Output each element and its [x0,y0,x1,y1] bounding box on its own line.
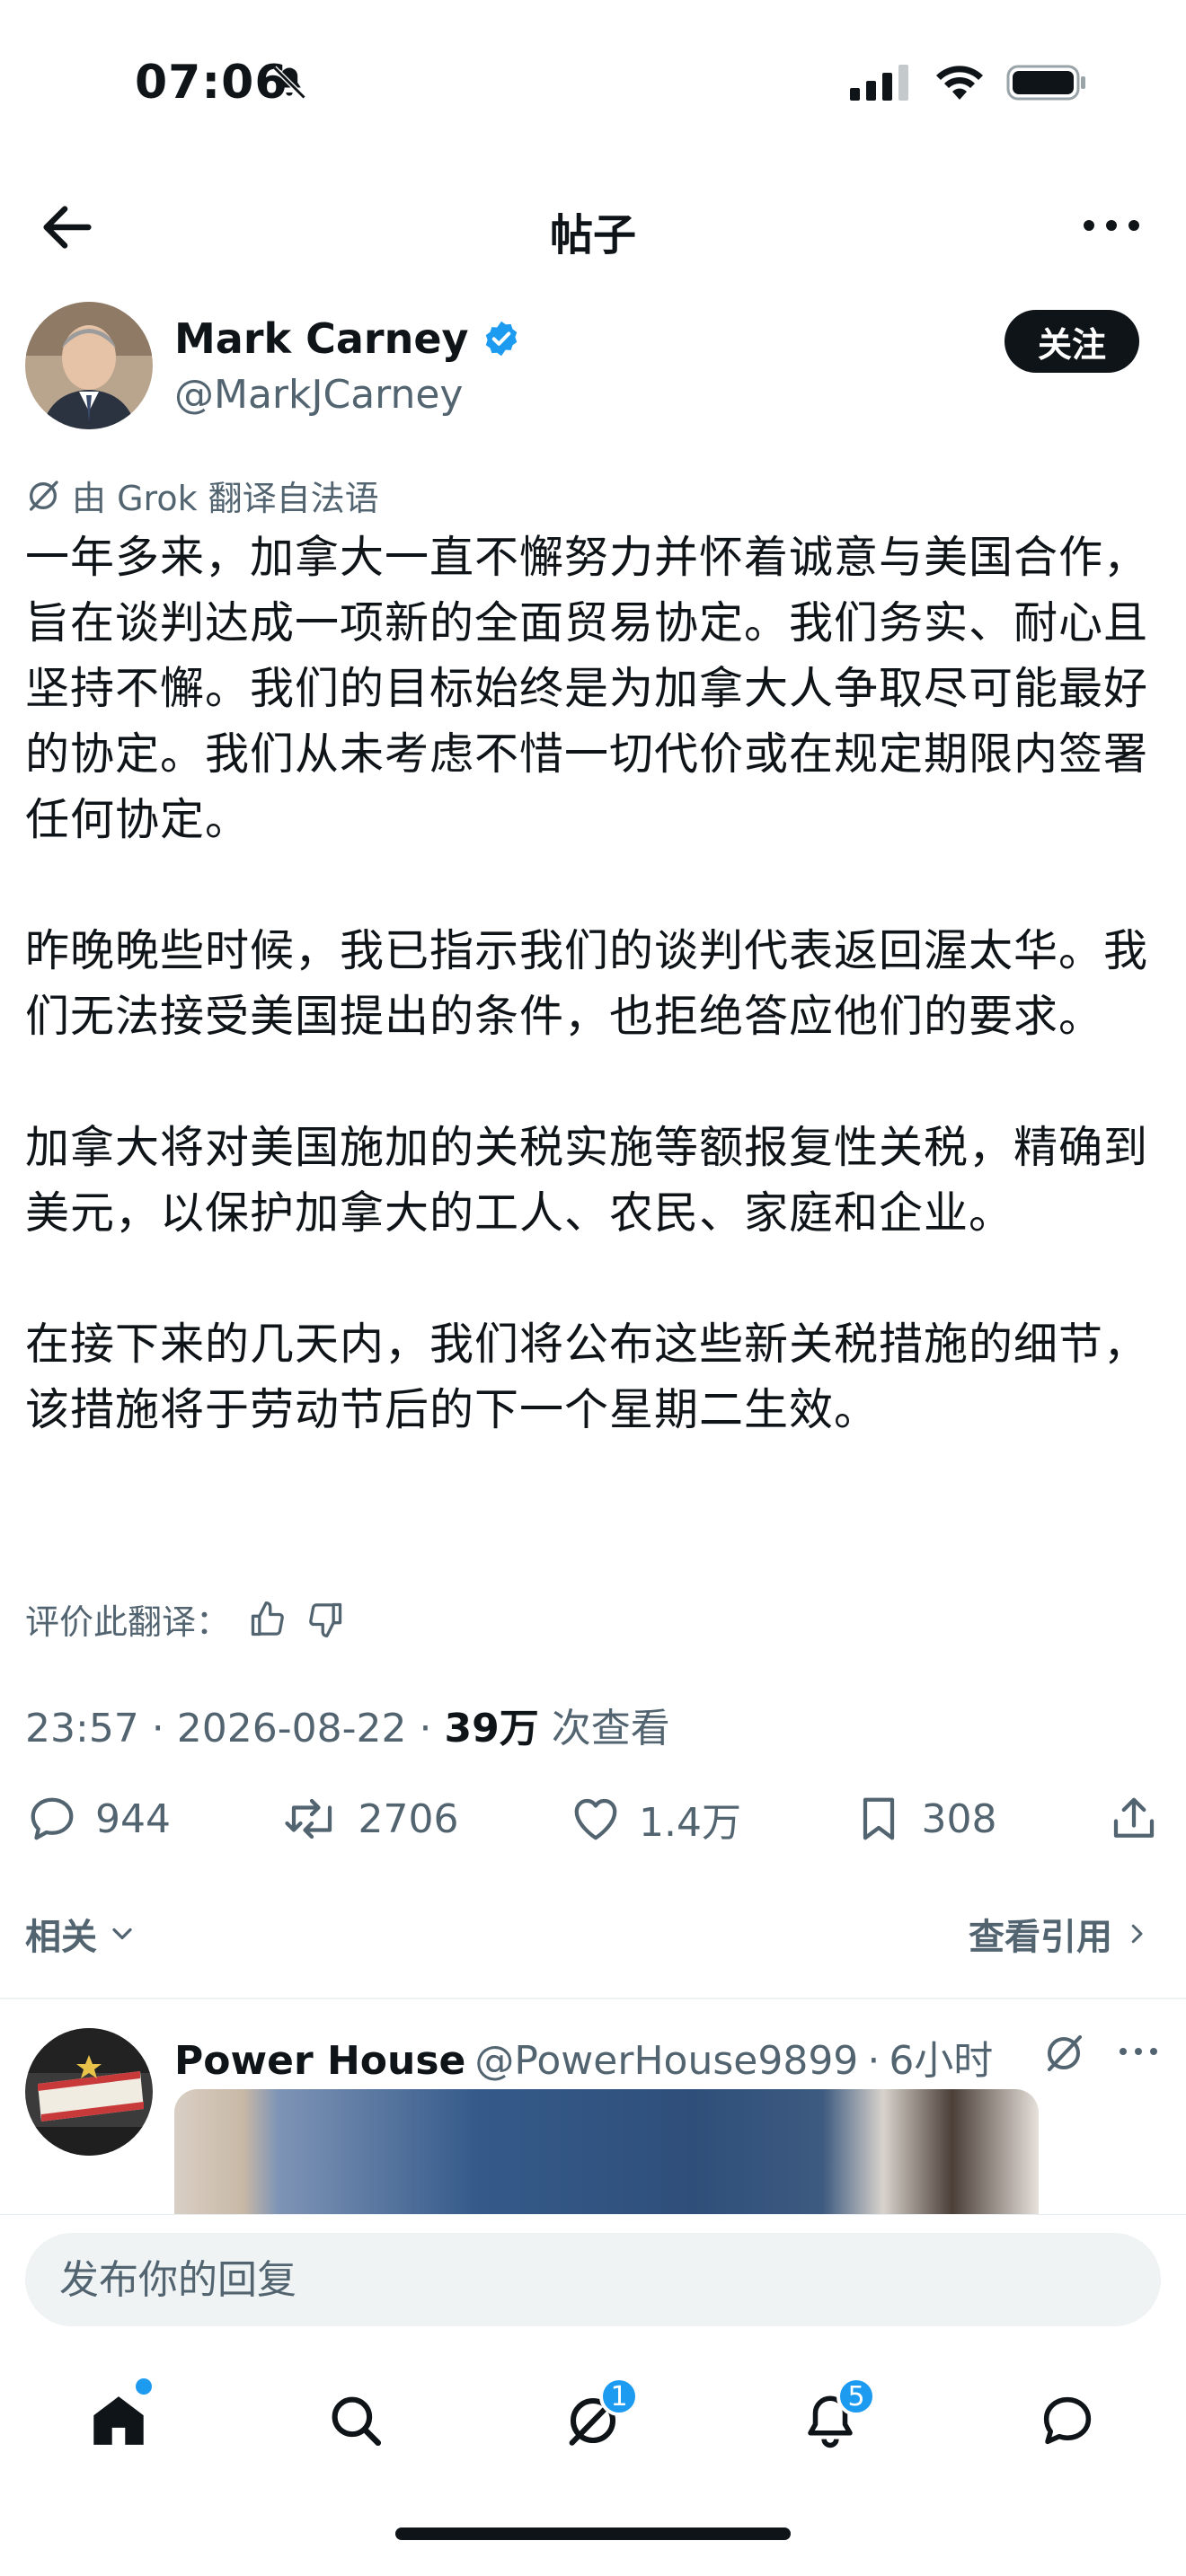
reply-media-image[interactable] [174,2089,1039,2215]
notifications-badge: 5 [836,2377,876,2416]
battery-icon [1006,65,1085,101]
ellipsis-icon [1120,2048,1157,2055]
share-icon [1113,1797,1155,1838]
reply-name[interactable]: Power House [174,2038,465,2084]
status-icons [850,63,1087,102]
tab-messages[interactable] [1018,2371,1117,2470]
tab-bar: 1 5 [0,2371,1186,2470]
cellular-signal-icon [850,65,908,101]
action-bar: 944 2706 1.4万 308 [25,1787,1161,1850]
related-label: 相关 [25,1917,97,1958]
repost-count: 2706 [358,1795,459,1842]
author-avatar[interactable] [25,302,153,429]
search-icon [332,2396,382,2447]
thumbs-down-icon[interactable] [305,1600,345,1639]
post-paragraph: 一年多来，加拿大一直不懈努力并怀着诚意与美国合作，旨在谈判达成一项新的全面贸易协… [25,532,1149,845]
grok-icon [1048,2035,1082,2071]
related-dropdown[interactable]: 相关 [25,1908,138,1960]
follow-button[interactable]: 关注 [1005,310,1139,373]
like-count: 1.4万 [639,1800,741,1846]
bookmark-count: 308 [921,1795,997,1842]
author-handle: @MarkJCarney [174,372,464,418]
chevron-down-icon [112,1928,132,1940]
reply-header: Power House @PowerHouse9899 · 6小时 [174,2028,993,2086]
comment-icon [31,1797,74,1840]
repost-icon [284,1798,332,1839]
home-indicator [395,2527,791,2540]
wifi-icon [936,66,983,100]
tab-home[interactable] [69,2371,168,2470]
bookmark-icon [863,1797,894,1840]
post-meta: 23:57 · 2026-08-22 · 39万 次查看 [25,1706,670,1751]
grok-icon [30,480,58,511]
repost-button[interactable]: 2706 [281,1792,459,1846]
grok-badge: 1 [599,2377,639,2416]
author-name[interactable]: Mark Carney [174,314,521,363]
like-button[interactable]: 1.4万 [569,1790,741,1848]
views-label: 次查看 [551,1706,670,1751]
post-date: 2026-08-22 [176,1706,407,1751]
post-body: 一年多来，加拿大一直不懈努力并怀着诚意与美国合作，旨在谈判达成一项新的全面贸易协… [25,525,1161,1508]
reply-input[interactable] [25,2233,1161,2326]
reply-more-button[interactable] [1116,2041,1161,2066]
reply-button[interactable]: 944 [25,1792,171,1846]
post-paragraph: 昨晚晚些时候，我已指示我们的谈判代表返回渥太华。我们无法接受美国提出的条件，也拒… [25,925,1149,1042]
verified-badge-icon [485,321,517,357]
reply-handle: @PowerHouse9899 [474,2038,859,2084]
mute-bell-icon [270,63,309,106]
home-unread-dot [136,2378,152,2395]
thumbs-up-icon[interactable] [248,1600,288,1639]
view-quotes-link[interactable]: 查看引用 [969,1908,1150,1960]
tab-grok[interactable]: 1 [544,2371,642,2470]
home-icon [93,2396,144,2445]
post-paragraph: 在接下来的几天内，我们将公布这些新关税措施的细节，该措施将于劳动节后的下一个星期… [25,1319,1149,1435]
status-time: 07:06 [135,56,288,110]
reply-separator: · [867,2038,881,2084]
ellipsis-icon [1084,220,1139,231]
post-time: 23:57 [25,1706,139,1751]
heart-icon [574,1798,617,1840]
reply-time: 6小时 [889,2038,994,2084]
reply-count: 944 [95,1795,171,1842]
rate-translation: 评价此翻译： [25,1594,345,1644]
chat-bubble-icon [1043,2396,1092,2445]
chevron-right-icon [1131,1924,1143,1944]
author-name-text: Mark Carney [174,314,469,363]
reply-avatar[interactable] [25,2028,153,2156]
more-options-button[interactable] [1080,203,1143,248]
tab-search[interactable] [306,2371,405,2470]
views-count: 39万 [444,1706,539,1751]
rate-translation-label: 评价此翻译： [25,1602,231,1642]
tab-notifications[interactable]: 5 [781,2371,880,2470]
post-paragraph: 加拿大将对美国施加的关税实施等额报复性关税，精确到美元，以保护加拿大的工人、农民… [25,1122,1149,1239]
bookmark-button[interactable]: 308 [852,1792,997,1846]
reply-grok-button[interactable] [1042,2032,1085,2078]
view-quotes-label: 查看引用 [969,1917,1112,1958]
translation-note[interactable]: 由 Grok 翻译自法语 [25,471,379,520]
translation-note-text: 由 Grok 翻译自法语 [72,479,379,518]
divider [0,1998,1186,1999]
page-title: 帖子 [549,210,636,260]
share-button[interactable] [1107,1792,1161,1846]
